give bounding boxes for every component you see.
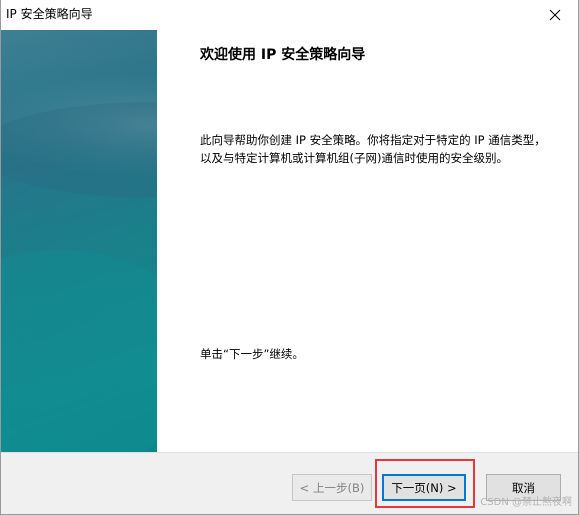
close-icon: [549, 9, 561, 21]
next-button[interactable]: 下一页(N) >: [382, 474, 466, 501]
page-title: 欢迎使用 IP 安全策略向导: [200, 47, 366, 63]
wizard-window: IP 安全策略向导 欢迎使用 IP 安全策略向导 此向导帮助你创建 IP 安全策…: [0, 0, 579, 515]
title-bar: IP 安全策略向导: [1, 0, 578, 30]
wizard-description: 此向导帮助你创建 IP 安全策略。你将指定对于特定的 IP 通信类型，以及与特定…: [200, 133, 546, 165]
wizard-footer: < 上一步(B) 下一页(N) > 取消 CSDN @禁止熬夜啊: [1, 452, 578, 514]
continue-hint: 单击“下一步”继续。: [200, 347, 304, 361]
wizard-banner-image: [1, 30, 157, 452]
window-title: IP 安全策略向导: [6, 7, 93, 21]
close-button[interactable]: [532, 0, 578, 30]
watermark: CSDN @禁止熬夜啊: [480, 497, 572, 508]
banner-graphic: [1, 30, 157, 452]
wizard-content: 欢迎使用 IP 安全策略向导 此向导帮助你创建 IP 安全策略。你将指定对于特定…: [157, 30, 578, 452]
back-button[interactable]: < 上一步(B): [292, 474, 372, 501]
